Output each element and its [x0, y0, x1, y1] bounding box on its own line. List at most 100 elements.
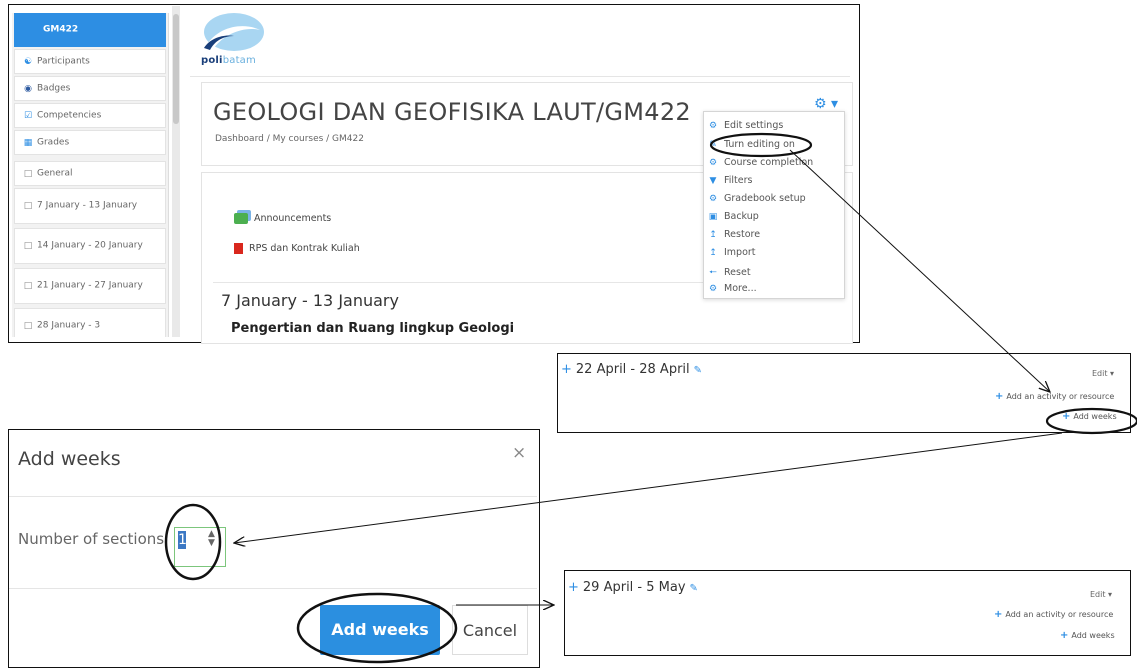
menu-item-filters[interactable]: ▼ Filters	[708, 175, 753, 186]
sidebar-item-week-1[interactable]: □ 7 January - 13 January	[14, 188, 166, 224]
link-label: Add an activity or resource	[1005, 610, 1114, 619]
sidebar-item-label: GM422	[43, 24, 79, 35]
add-weeks-link[interactable]: + Add weeks	[1060, 630, 1115, 641]
menu-item-backup[interactable]: ▣ Backup	[708, 211, 759, 222]
spinner-arrows-icon[interactable]: ▲ ▼	[208, 530, 215, 548]
menu-item-restore[interactable]: ↥ Restore	[708, 229, 760, 240]
menu-item-turn-editing-on[interactable]: ✎ Turn editing on	[708, 139, 795, 150]
sidebar-item-label: Participants	[37, 56, 90, 66]
activity-label: Announcements	[254, 213, 332, 224]
section-title-text: 29 April - 5 May	[582, 580, 686, 595]
menu-item-label: Gradebook setup	[724, 193, 806, 204]
section-edit-menu[interactable]: Edit ▾	[1092, 369, 1114, 378]
gear-icon: ⚙	[708, 121, 718, 131]
add-weeks-button[interactable]: Add weeks	[320, 605, 440, 655]
sidebar-item-week-3[interactable]: □ 21 January - 27 January	[14, 268, 166, 304]
logo-text-poli: poli	[201, 55, 223, 66]
menu-item-import[interactable]: ↥ Import	[708, 247, 755, 258]
gear-icon: ⚙	[708, 194, 718, 204]
menu-item-gradebook-setup[interactable]: ⚙ Gradebook setup	[708, 193, 806, 204]
folder-icon: □	[23, 281, 33, 291]
menu-item-course-completion[interactable]: ⚙ Course completion	[708, 157, 813, 168]
pencil-icon[interactable]: ✎	[690, 583, 698, 594]
checkbox-icon: ☑	[23, 110, 33, 121]
sidebar-scrollbar-thumb[interactable]	[173, 14, 179, 124]
sidebar-item-general[interactable]: □ General	[14, 161, 166, 186]
plus-icon: +	[995, 391, 1004, 402]
filter-icon: ▼	[709, 176, 717, 186]
section-title: +29 April - 5 May ✎	[568, 580, 698, 595]
sidebar-item-label: 7 January - 13 January	[37, 200, 138, 211]
sidebar-item-label: Grades	[37, 137, 70, 147]
section-divider	[213, 282, 713, 283]
sidebar-item-competencies[interactable]: ☑ Competencies	[14, 103, 166, 128]
logo-text-batam: batam	[222, 55, 256, 66]
polibatam-logo-icon[interactable]	[200, 12, 264, 56]
menu-item-edit-settings[interactable]: ⚙ Edit settings	[708, 120, 783, 131]
link-label: Add an activity or resource	[1006, 392, 1115, 401]
menu-item-label: Filters	[724, 175, 753, 186]
sidebar-item-badges[interactable]: ◉ Badges	[14, 76, 166, 101]
move-plus-icon[interactable]: +	[561, 362, 572, 377]
sidebar-item-course[interactable]: GM422	[14, 13, 166, 47]
cancel-button[interactable]: Cancel	[452, 605, 528, 655]
modal-divider	[9, 496, 537, 497]
number-of-sections-label: Number of sections	[18, 530, 165, 548]
page-title: GEOLOGI DAN GEOFISIKA LAUT/GM422	[213, 98, 691, 126]
sidebar-item-participants[interactable]: ☯ Participants	[14, 49, 166, 74]
logo-wordmark: polibatam	[201, 55, 256, 66]
modal-title: Add weeks	[18, 448, 121, 470]
restore-icon: ↥	[709, 230, 717, 240]
section-subtitle: Pengertian dan Ruang lingkup Geologi	[231, 321, 515, 336]
breadcrumb[interactable]: Dashboard / My courses / GM422	[215, 134, 364, 144]
add-activity-link[interactable]: + Add an activity or resource	[994, 609, 1113, 620]
folder-icon: □	[23, 241, 33, 251]
users-icon: ☯	[23, 56, 33, 67]
section-edit-menu[interactable]: Edit ▾	[1090, 590, 1112, 599]
menu-item-label: Reset	[724, 267, 751, 278]
activity-announcements[interactable]: Announcements	[234, 213, 331, 224]
sidebar-item-label: 14 January - 20 January	[37, 240, 143, 251]
add-activity-link[interactable]: + Add an activity or resource	[995, 391, 1114, 402]
plus-icon: +	[1060, 630, 1069, 641]
sidebar-item-label: Competencies	[37, 110, 102, 120]
reset-icon: 🠔	[709, 268, 717, 278]
course-settings-gear-icon[interactable]: ⚙ ▾	[814, 96, 838, 112]
menu-item-label: Turn editing on	[724, 139, 795, 150]
menu-item-label: Edit settings	[724, 120, 784, 131]
activity-label: RPS dan Kontrak Kuliah	[249, 243, 360, 254]
move-plus-icon[interactable]: +	[568, 580, 579, 595]
sidebar-item-week-4[interactable]: □ 28 January - 3	[14, 308, 166, 337]
site-header	[190, 6, 850, 77]
import-icon: ↥	[709, 248, 717, 258]
number-of-sections-value[interactable]: 1	[178, 531, 187, 549]
sidebar-item-label: Badges	[37, 83, 71, 93]
menu-item-more[interactable]: ⚙ More...	[708, 283, 757, 294]
sidebar-item-label: 21 January - 27 January	[37, 280, 143, 291]
activity-rps[interactable]: RPS dan Kontrak Kuliah	[234, 243, 360, 254]
close-icon[interactable]: ×	[512, 443, 526, 463]
gear-icon: ⚙	[708, 158, 718, 168]
folder-icon: □	[23, 168, 33, 179]
link-label: Add weeks	[1073, 412, 1117, 421]
section-title-text: 22 April - 28 April	[575, 362, 690, 377]
sidebar-item-grades[interactable]: ▦ Grades	[14, 130, 166, 155]
backup-icon: ▣	[708, 212, 718, 222]
modal-divider	[9, 588, 537, 589]
pencil-icon: ✎	[709, 140, 717, 150]
menu-item-label: Restore	[724, 229, 761, 240]
add-weeks-link[interactable]: + Add weeks	[1062, 411, 1117, 422]
table-icon: ▦	[23, 137, 33, 148]
pdf-icon	[234, 243, 243, 254]
link-label: Add weeks	[1071, 631, 1115, 640]
menu-item-reset[interactable]: 🠔 Reset	[708, 265, 751, 281]
menu-item-label: More...	[724, 283, 757, 294]
section-title: +22 April - 28 April ✎	[561, 362, 702, 377]
pencil-icon[interactable]: ✎	[694, 365, 702, 376]
plus-icon: +	[994, 609, 1003, 620]
sidebar-item-week-2[interactable]: □ 14 January - 20 January	[14, 228, 166, 264]
sidebar-item-label: 28 January - 3	[37, 320, 101, 331]
course-sidebar: GM422 ☯ Participants ◉ Badges ☑ Competen…	[12, 13, 169, 337]
folder-icon: □	[23, 201, 33, 211]
menu-item-label: Course completion	[724, 157, 814, 168]
